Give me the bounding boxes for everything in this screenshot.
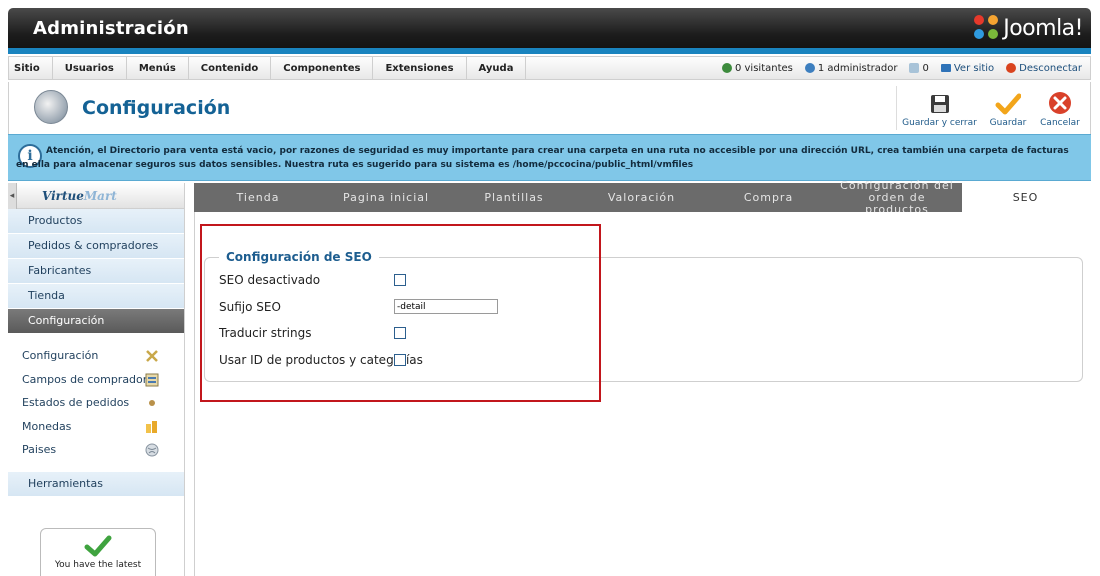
collapse-sidebar-icon[interactable]: ◂	[8, 183, 17, 209]
cancel-x-icon	[1049, 92, 1071, 114]
visitors-icon	[721, 63, 732, 73]
notice-message: Atención, el Directorio para venta está …	[16, 146, 1069, 170]
floppy-disk-icon	[930, 95, 949, 113]
submenu-estados-label: Estados de pedidos	[22, 396, 130, 410]
version-status-text: You have the latest	[54, 560, 142, 570]
menu-extensiones[interactable]: Extensiones	[373, 57, 467, 79]
logout-label: Desconectar	[1019, 62, 1082, 74]
sidebar-item-configuracion[interactable]: Configuración	[8, 309, 184, 334]
cancel-button[interactable]: Cancelar	[1034, 86, 1086, 130]
version-status-box: You have the latest	[40, 528, 156, 576]
order-status-icon	[149, 400, 155, 406]
joomla-logo[interactable]: Joomla!	[974, 15, 1083, 41]
menu-ayuda[interactable]: Ayuda	[467, 57, 527, 79]
checkmark-icon	[995, 93, 1021, 115]
sidebar-item-tienda[interactable]: Tienda	[8, 284, 184, 309]
admin-user-icon	[804, 63, 815, 73]
visitors-count: 0 visitantes	[734, 62, 793, 74]
config-tabs: Tienda Pagina inicial Plantillas Valorac…	[194, 179, 1089, 215]
sidebar-item-productos[interactable]: Productos	[8, 209, 184, 234]
submenu-campos-label: Campos de comprador	[22, 372, 148, 386]
save-close-label: Guardar y cerrar	[902, 118, 977, 128]
tab-orden-productos[interactable]: Configuración del orden de productos	[832, 179, 962, 215]
header-accent-strip	[8, 48, 1091, 54]
logout-link[interactable]: Desconectar	[1006, 63, 1082, 74]
toolbar-actions: Guardar y cerrar Guardar Cancelar	[896, 86, 1086, 130]
joomla-logo-icon	[974, 15, 1000, 41]
visitors-status: 0 visitantes	[721, 62, 793, 74]
messages-count: 0	[922, 62, 929, 74]
page-title: Configuración	[82, 97, 231, 119]
sidebar-item-herramientas[interactable]: Herramientas	[8, 471, 184, 497]
save-close-button[interactable]: Guardar y cerrar	[896, 86, 982, 130]
tab-valoracion[interactable]: Valoración	[578, 183, 705, 212]
warning-notice: i Atención, el Directorio para venta est…	[8, 134, 1091, 181]
admin-title: Administración	[33, 18, 189, 39]
messages-icon	[909, 63, 920, 73]
tab-tienda[interactable]: Tienda	[194, 183, 322, 212]
admins-status: 1 administrador	[804, 62, 898, 74]
form-fields-icon	[145, 373, 159, 386]
page-toolbar: Configuración Guardar y cerrar Guardar C…	[8, 82, 1091, 134]
submenu-estados-pedidos[interactable]: Estados de pedidos	[8, 391, 184, 415]
sidebar-item-fabricantes[interactable]: Fabricantes	[8, 259, 184, 284]
monitor-icon	[940, 64, 951, 72]
messages-status[interactable]: 0	[909, 62, 929, 74]
submenu-paises[interactable]: Paises	[8, 438, 184, 462]
admins-count: 1 administrador	[817, 62, 898, 74]
admin-menubar: Sitio Usuarios Menús Contenido Component…	[8, 56, 1091, 80]
menubar-status: 0 visitantes 1 administrador 0 Ver sitio…	[721, 57, 1082, 79]
sidebar-item-pedidos[interactable]: Pedidos & compradores	[8, 234, 184, 259]
tab-compra[interactable]: Compra	[705, 183, 832, 212]
submenu-paises-label: Paises	[22, 443, 57, 457]
version-check-icon	[84, 535, 112, 557]
menu-menus[interactable]: Menús	[127, 57, 189, 79]
save-label: Guardar	[989, 118, 1027, 128]
menu-usuarios[interactable]: Usuarios	[53, 57, 127, 79]
tab-pagina-inicial[interactable]: Pagina inicial	[322, 183, 450, 212]
submenu-configuracion-label: Configuración	[22, 349, 99, 363]
config-gear-icon	[34, 90, 68, 124]
globe-icon	[145, 443, 159, 457]
left-sidebar: ◂ VirtueMart Productos Pedidos & comprad…	[8, 183, 185, 576]
submenu-monedas-label: Monedas	[22, 419, 72, 433]
coins-icon	[146, 420, 157, 433]
cancel-label: Cancelar	[1040, 118, 1080, 128]
virtuemart-logo-b: Mart	[83, 189, 117, 203]
tools-icon	[146, 350, 158, 362]
save-button[interactable]: Guardar	[982, 86, 1034, 130]
virtuemart-logo-a: Virtue	[42, 189, 84, 203]
logout-icon	[1006, 63, 1017, 73]
menu-contenido[interactable]: Contenido	[189, 57, 272, 79]
submenu-configuracion[interactable]: Configuración	[8, 344, 184, 368]
config-submenu: Configuración Campos de comprador Estado…	[8, 334, 184, 470]
view-site-label: Ver sitio	[953, 62, 995, 74]
submenu-monedas[interactable]: Monedas	[8, 415, 184, 439]
annotation-highlight-box	[200, 224, 601, 402]
tab-plantillas[interactable]: Plantillas	[450, 183, 578, 212]
submenu-campos-comprador[interactable]: Campos de comprador	[8, 368, 184, 392]
menu-sitio[interactable]: Sitio	[9, 57, 53, 79]
admin-header: Administración Joomla!	[8, 8, 1091, 53]
joomla-logo-text: Joomla!	[1003, 15, 1083, 41]
tab-seo[interactable]: SEO	[962, 183, 1089, 212]
virtuemart-logo: VirtueMart	[42, 189, 117, 203]
view-site-link[interactable]: Ver sitio	[940, 62, 995, 74]
menu-componentes[interactable]: Componentes	[271, 57, 374, 79]
virtuemart-brand-bar: ◂ VirtueMart	[8, 183, 184, 209]
